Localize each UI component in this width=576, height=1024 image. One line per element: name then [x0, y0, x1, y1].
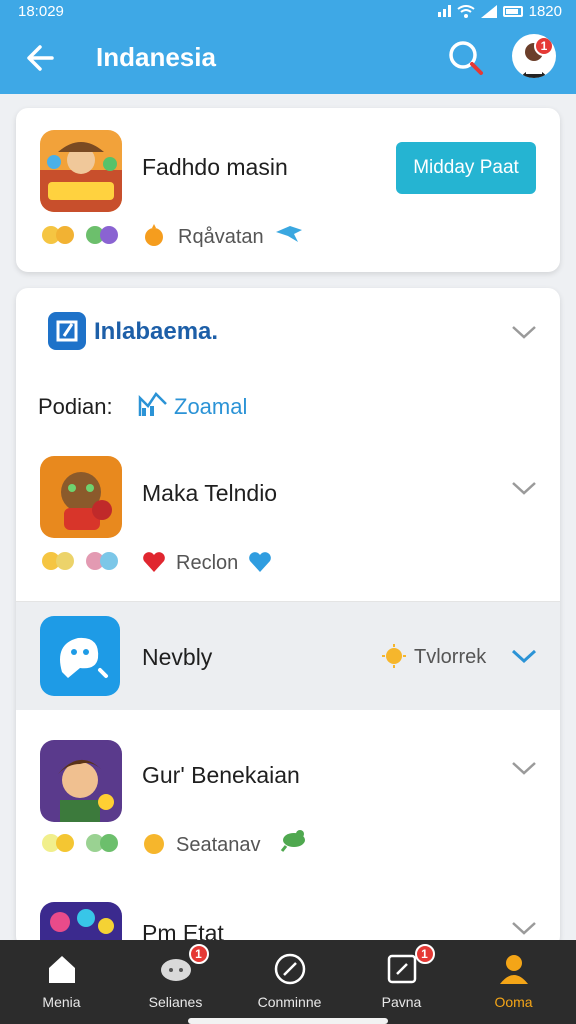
chevron-down-icon[interactable] [510, 646, 538, 666]
featured-app-card[interactable]: Fadhdo masin Midday Paat Rqåvatan [16, 108, 560, 272]
featured-app-name: Fadhdo masin [142, 154, 288, 180]
home-icon [48, 956, 75, 983]
frog-icon [280, 830, 305, 852]
app-name: Gur' Benekaian [142, 762, 300, 788]
heart-icon [143, 552, 165, 572]
app-icon [40, 456, 122, 538]
signal-triangle-icon [480, 4, 497, 18]
featured-action-button[interactable]: Midday Paat [396, 142, 536, 194]
status-indicators: 1820 [437, 2, 562, 20]
nav-item-pavna[interactable]: 1 Pavna [344, 940, 459, 1024]
app-meta-text: Reclon [176, 552, 239, 574]
featured-rating-dots [42, 226, 118, 244]
nav-item-selianes[interactable]: 1 Selianes [118, 940, 233, 1024]
sun-icon [145, 224, 163, 246]
status-bar: 18:029 1820 [0, 0, 576, 22]
nav-item-conminne[interactable]: Conminne [232, 940, 347, 1024]
bird-icon [276, 226, 302, 242]
app-name: Nevbly [142, 644, 213, 670]
nav-badge: 1 [414, 944, 435, 964]
app-icon [40, 740, 122, 822]
page-title: Indanesia [96, 42, 216, 72]
section-logo-icon [48, 312, 86, 350]
compass-icon [274, 953, 305, 985]
nav-item-menia[interactable]: Menia [4, 940, 119, 1024]
status-time: 18:029 [18, 2, 64, 20]
app-bar: Indanesia 1 [0, 22, 576, 94]
filter-label: Podian: [38, 394, 113, 419]
app-meta-text: Tvlorrek [414, 646, 487, 668]
chevron-down-icon[interactable] [510, 478, 538, 498]
app-name: Maka Telndio [142, 480, 278, 506]
nav-label: Selianes [148, 994, 203, 1010]
search-icon [449, 41, 483, 75]
app-icon [40, 616, 120, 696]
sun-icon [144, 834, 164, 854]
section-title: Inlabaema. [94, 318, 219, 345]
back-arrow-icon [27, 45, 54, 71]
home-indicator[interactable] [188, 1018, 388, 1024]
account-badge: 1 [534, 36, 554, 56]
app-list-card: Inlabaema. Podian: Zoamal Maka Telndio R… [16, 288, 560, 948]
nav-label: Ooma [494, 994, 533, 1010]
nav-item-ooma[interactable]: Ooma [456, 940, 571, 1024]
battery-icon [502, 5, 523, 17]
search-button[interactable] [446, 38, 486, 78]
bookmark-icon: 1 [385, 944, 435, 986]
sun-icon [382, 644, 406, 668]
list-item-highlighted[interactable]: Nevbly Tvlorrek [16, 602, 560, 710]
nav-badge: 1 [188, 944, 209, 964]
featured-meta-text: Rqåvatan [178, 226, 264, 248]
chevron-down-icon[interactable] [510, 918, 538, 938]
featured-app-icon [40, 130, 122, 212]
account-avatar[interactable]: 1 [512, 34, 556, 78]
chevron-down-icon[interactable] [510, 322, 538, 342]
rating-dots [42, 834, 118, 852]
chevron-down-icon[interactable] [510, 758, 538, 778]
heart-icon [249, 552, 271, 572]
bottom-navigation: Menia 1 Selianes Conminne 1 Pavna Ooma [0, 940, 576, 1024]
chart-icon [138, 392, 167, 416]
signal-icon [437, 5, 451, 17]
nav-label: Pavna [381, 994, 422, 1010]
wifi-icon [457, 4, 475, 18]
back-button[interactable] [22, 38, 62, 78]
status-right-time: 1820 [528, 2, 562, 20]
nav-label: Menia [42, 994, 81, 1010]
app-meta-text: Seatanav [176, 834, 261, 856]
person-icon [499, 955, 528, 984]
chat-icon: 1 [159, 944, 209, 986]
nav-label: Conminne [257, 994, 322, 1010]
filter-value[interactable]: Zoamal [174, 394, 247, 420]
rating-dots [42, 552, 118, 570]
